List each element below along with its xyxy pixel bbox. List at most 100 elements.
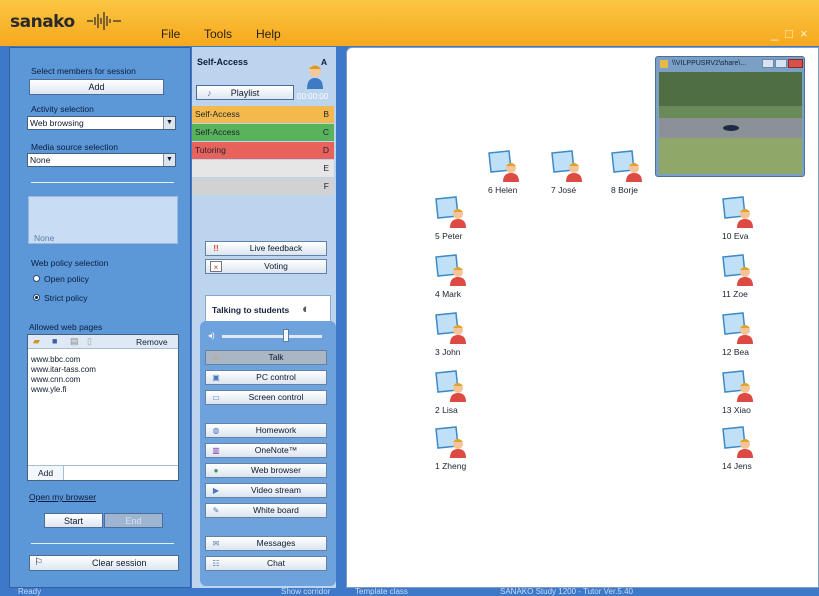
student-workstation[interactable]: 7 José <box>550 150 606 196</box>
talk-icon: ☺ <box>211 353 221 362</box>
start-button[interactable]: Start <box>44 513 103 528</box>
student-workstation[interactable]: 1 Zheng <box>434 426 490 472</box>
student-workstation[interactable]: 3 John <box>434 312 490 358</box>
student-workstation[interactable]: 13 Xiao <box>721 370 777 416</box>
title-bar: sanako File Tools Help _ □ × <box>0 0 819 46</box>
template-class-label: Template class <box>355 587 408 596</box>
volume-slider-handle[interactable] <box>283 329 289 342</box>
strict-policy-radio[interactable] <box>33 294 40 301</box>
open-my-browser-link[interactable]: Open my browser <box>29 492 96 502</box>
teacher-avatar-icon <box>307 65 323 89</box>
student-workstation[interactable]: 4 Mark <box>434 254 490 300</box>
messages-icon: ✉ <box>212 539 220 548</box>
activity-selection-label: Activity selection <box>31 104 94 114</box>
homework-button[interactable]: ◍ Homework <box>205 423 327 438</box>
media-source-select[interactable]: None ▼ <box>27 153 176 167</box>
talk-button[interactable]: ☺ Talk <box>205 350 327 365</box>
new-page-icon[interactable]: ▯ <box>87 336 92 347</box>
maximize-icon[interactable] <box>775 59 787 68</box>
web-browser-label: Web browser <box>251 465 301 475</box>
playlist-button[interactable]: ♪ Playlist <box>196 85 294 100</box>
menu-tools[interactable]: Tools <box>204 27 232 41</box>
activity-select[interactable]: Web browsing ▼ <box>27 116 176 130</box>
group-c-row[interactable]: Self-Access C <box>192 124 334 141</box>
talk-label: Talk <box>268 352 284 362</box>
menu-help[interactable]: Help <box>256 27 281 41</box>
student-workstation[interactable]: 12 Bea <box>721 312 777 358</box>
onenote-label: OneNote™ <box>254 445 298 455</box>
video-stream-icon: ▶ <box>212 486 220 495</box>
allowed-web-pages-list[interactable]: ▰ ■ ▤ ▯ Remove www.bbc.com www.itar-tass… <box>27 334 179 481</box>
student-name: 4 Mark <box>435 289 461 299</box>
student-name: 12 Bea <box>722 347 749 357</box>
group-e-row[interactable]: E <box>192 160 334 177</box>
version-label: SANAKO Study 1200 - Tutor Ver.5.40 <box>500 587 633 596</box>
group-b-row[interactable]: Self-Access B <box>192 106 334 123</box>
chat-button[interactable]: ☷ Chat <box>205 556 327 571</box>
group-f-row[interactable]: F <box>192 178 334 195</box>
divider <box>31 182 174 183</box>
screen-control-icon: ▭ <box>212 393 220 402</box>
student-workstation[interactable]: 10 Eva <box>721 196 777 242</box>
voting-icon: × <box>210 261 222 272</box>
group-d-name: Tutoring <box>195 145 226 155</box>
white-board-button[interactable]: ✎ White board <box>205 503 327 518</box>
student-workstation[interactable]: 11 Zoe <box>721 254 777 300</box>
open-folder-icon[interactable]: ▰ <box>33 336 40 347</box>
clear-session-icon: ⚐ <box>34 557 43 568</box>
student-workstation[interactable]: 2 Lisa <box>434 370 490 416</box>
voting-button[interactable]: × Voting <box>205 259 327 274</box>
show-corridor-link[interactable]: Show corridor <box>281 587 330 596</box>
student-name: 8 Borje <box>611 185 638 195</box>
messages-label: Messages <box>256 538 296 548</box>
group-a-title: Self-Access <box>197 57 249 67</box>
web-page-item[interactable]: www.yle.fi <box>31 385 67 394</box>
student-avatar-icon <box>551 150 582 182</box>
student-workstation[interactable]: 6 Helen <box>487 150 543 196</box>
group-b-name: Self-Access <box>195 109 240 119</box>
white-board-label: White board <box>253 505 299 515</box>
logo-waveform-icon <box>87 12 121 30</box>
student-workstation[interactable]: 14 Jens <box>721 426 777 472</box>
media-none-text: None <box>34 233 55 243</box>
talking-to-students-tab[interactable]: Talking to students ◐ <box>205 295 331 322</box>
live-feedback-button[interactable]: !! Live feedback <box>205 241 327 256</box>
close-icon[interactable] <box>788 59 803 68</box>
media-preview-box: None <box>28 196 178 244</box>
add-page-button[interactable]: Add <box>28 466 64 480</box>
select-members-label: Select members for session <box>31 66 136 76</box>
pc-control-label: PC control <box>256 372 296 382</box>
open-policy-radio[interactable] <box>33 275 40 282</box>
pc-control-button[interactable]: ▣ PC control <box>205 370 327 385</box>
web-page-item[interactable]: www.bbc.com <box>31 355 80 364</box>
web-browser-button[interactable]: ● Web browser <box>205 463 327 478</box>
strict-policy-label: Strict policy <box>44 293 88 303</box>
print-icon[interactable]: ▤ <box>70 336 79 347</box>
volume-slider-track[interactable] <box>222 335 322 338</box>
homework-icon: ◍ <box>212 426 220 435</box>
screen-control-button[interactable]: ▭ Screen control <box>205 390 327 405</box>
homework-label: Homework <box>255 425 297 435</box>
group-d-row[interactable]: Tutoring D <box>192 142 334 159</box>
student-avatar-icon <box>435 196 466 228</box>
minimize-icon[interactable] <box>762 59 774 68</box>
student-workstation[interactable]: 5 Peter <box>434 196 490 242</box>
messages-button[interactable]: ✉ Messages <box>205 536 327 551</box>
close-button[interactable]: × <box>800 26 808 41</box>
end-button[interactable]: End <box>104 513 163 528</box>
clear-session-button[interactable]: ⚐ Clear session <box>29 555 179 571</box>
menu-file[interactable]: File <box>161 27 180 41</box>
onenote-button[interactable]: ▥ OneNote™ <box>205 443 327 458</box>
remove-page-button[interactable]: Remove <box>136 337 168 347</box>
video-stream-window[interactable]: \\VILPPUSRV2\share\... <box>655 56 805 177</box>
save-icon[interactable]: ■ <box>52 336 57 346</box>
web-list-toolbar: ▰ ■ ▤ ▯ Remove <box>28 335 178 349</box>
media-source-value: None <box>30 155 51 165</box>
web-page-item[interactable]: www.itar-tass.com <box>31 365 96 374</box>
maximize-button[interactable]: □ <box>785 26 793 41</box>
add-members-button[interactable]: Add <box>29 79 164 95</box>
web-page-item[interactable]: www.cnn.com <box>31 375 80 384</box>
video-stream-button[interactable]: ▶ Video stream <box>205 483 327 498</box>
minimize-button[interactable]: _ <box>771 26 778 41</box>
chevron-down-icon: ▼ <box>163 154 175 166</box>
